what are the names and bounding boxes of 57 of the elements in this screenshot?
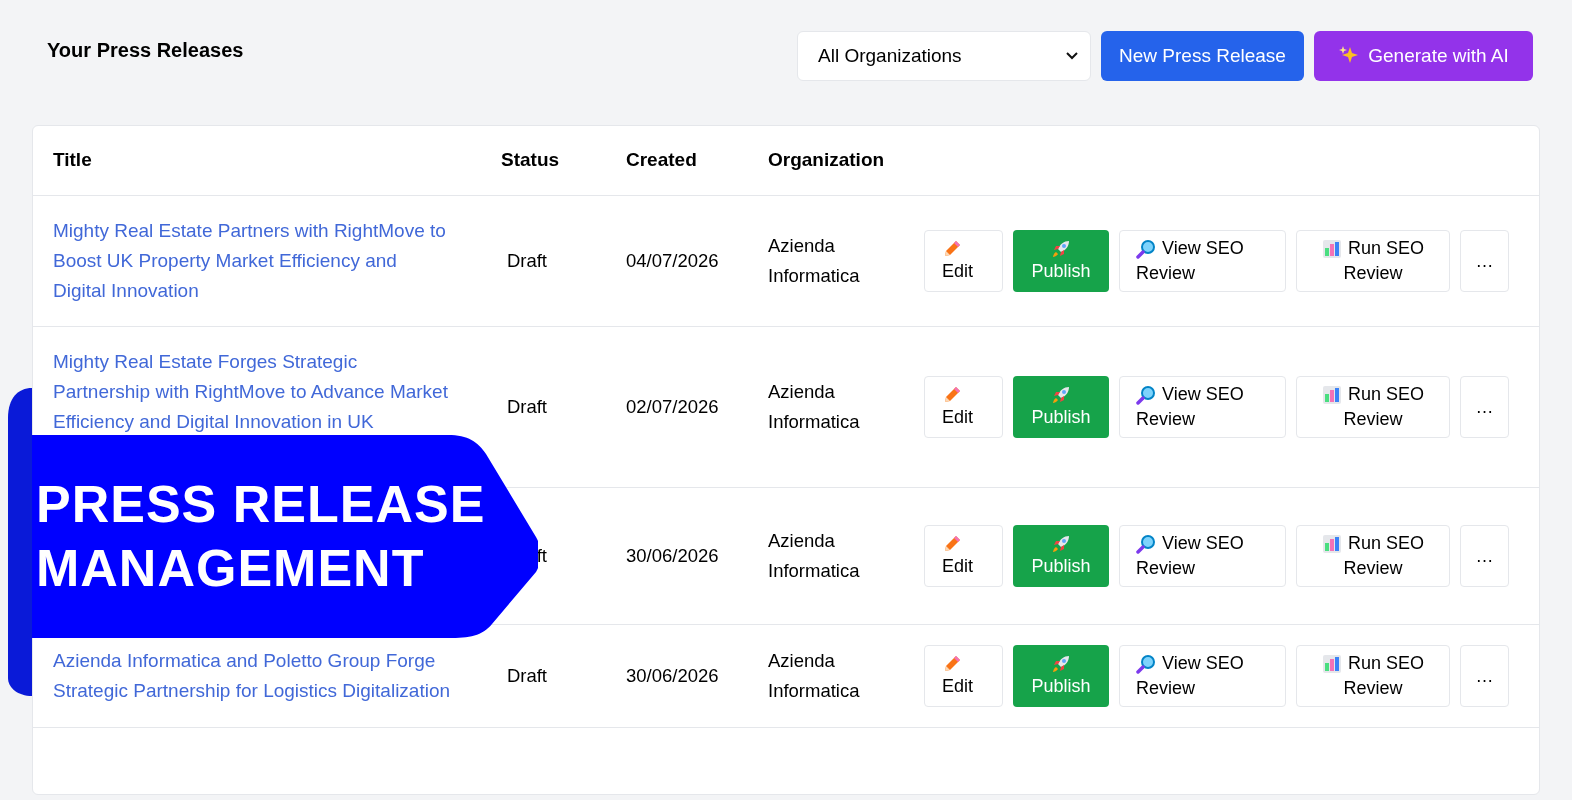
run-seo-review-button[interactable]: Run SEO Review [1296, 525, 1450, 587]
date-text: 04/07/2026 [626, 250, 719, 271]
generate-ai-button[interactable]: Generate with AI [1314, 31, 1533, 81]
pencil-icon [942, 653, 962, 674]
pencil-icon [942, 384, 962, 405]
more-button[interactable]: … [1460, 230, 1509, 292]
run-seo-review-button[interactable]: Run SEO Review [1296, 376, 1450, 438]
status-text: Draft [505, 249, 547, 273]
view-seo-review-button[interactable]: View SEO Review [1119, 645, 1286, 707]
organization-select[interactable]: All Organizations [797, 31, 1091, 81]
new-press-release-button[interactable]: New Press Release [1101, 31, 1304, 81]
date-text: 30/06/2026 [626, 665, 719, 686]
page-title: Your Press Releases [47, 38, 244, 63]
status-text: ft [535, 544, 547, 568]
rocket-icon [1051, 384, 1071, 405]
status-text: Draft [505, 664, 547, 688]
more-button[interactable]: … [1460, 376, 1509, 438]
more-button[interactable]: … [1460, 645, 1509, 707]
view-seo-review-button[interactable]: View SEO Review [1119, 376, 1286, 438]
edit-button[interactable]: Edit [924, 376, 1003, 438]
column-header: Title [53, 149, 92, 171]
view-seo-review-button[interactable]: View SEO Review [1119, 230, 1286, 292]
pencil-icon [942, 533, 962, 554]
date-text: 02/07/2026 [626, 396, 719, 417]
run-seo-review-button[interactable]: Run SEO Review [1296, 645, 1450, 707]
more-button[interactable]: … [1460, 525, 1509, 587]
rocket-icon [1051, 533, 1071, 554]
pencil-icon [942, 238, 962, 259]
title-link[interactable]: Mighty Real Estate Partners with RightMove to Boost UK Property Market Efficiency and Digital Innovation [53, 216, 453, 306]
title-link[interactable]: Azienda Informatica and Poletto Group Forge Strategic Partnership for Logistics Digitalization [53, 646, 453, 706]
bar-chart-icon [1321, 384, 1342, 405]
status-text: Draft [505, 395, 547, 419]
organization-text: Azienda Informatica [768, 380, 861, 434]
bar-chart-icon [1321, 653, 1342, 674]
run-seo-review-button[interactable]: Run SEO Review [1296, 230, 1450, 292]
organization-text: Azienda Informatica [768, 529, 861, 583]
column-header: Organization [768, 149, 885, 171]
edit-button[interactable]: Edit [924, 525, 1003, 587]
column-header: Status [501, 149, 560, 171]
banner-title: PRESS RELEASE MANAGEMENT [36, 474, 486, 599]
organization-text: Azienda Informatica [768, 649, 861, 703]
magnifier-icon [1136, 653, 1156, 674]
edit-button[interactable]: Edit [924, 230, 1003, 292]
date-text: 30/06/2026 [626, 545, 719, 566]
magnifier-icon [1136, 238, 1156, 259]
chevron-down-icon [1066, 52, 1078, 60]
bar-chart-icon [1321, 238, 1342, 259]
rocket-icon [1051, 238, 1071, 259]
bar-chart-icon [1321, 533, 1342, 554]
title-link[interactable]: Mighty Real Estate Forges Strategic Partnership with RightMove to Advance Market Efficiency and Digital Innovation in UK [53, 347, 453, 437]
view-seo-review-button[interactable]: View SEO Review [1119, 525, 1286, 587]
column-header: Created [626, 149, 697, 171]
organization-text: Azienda Informatica [768, 234, 861, 288]
rocket-icon [1051, 653, 1071, 674]
magnifier-icon [1136, 384, 1156, 405]
edit-button[interactable]: Edit [924, 645, 1003, 707]
magnifier-icon [1136, 533, 1156, 554]
